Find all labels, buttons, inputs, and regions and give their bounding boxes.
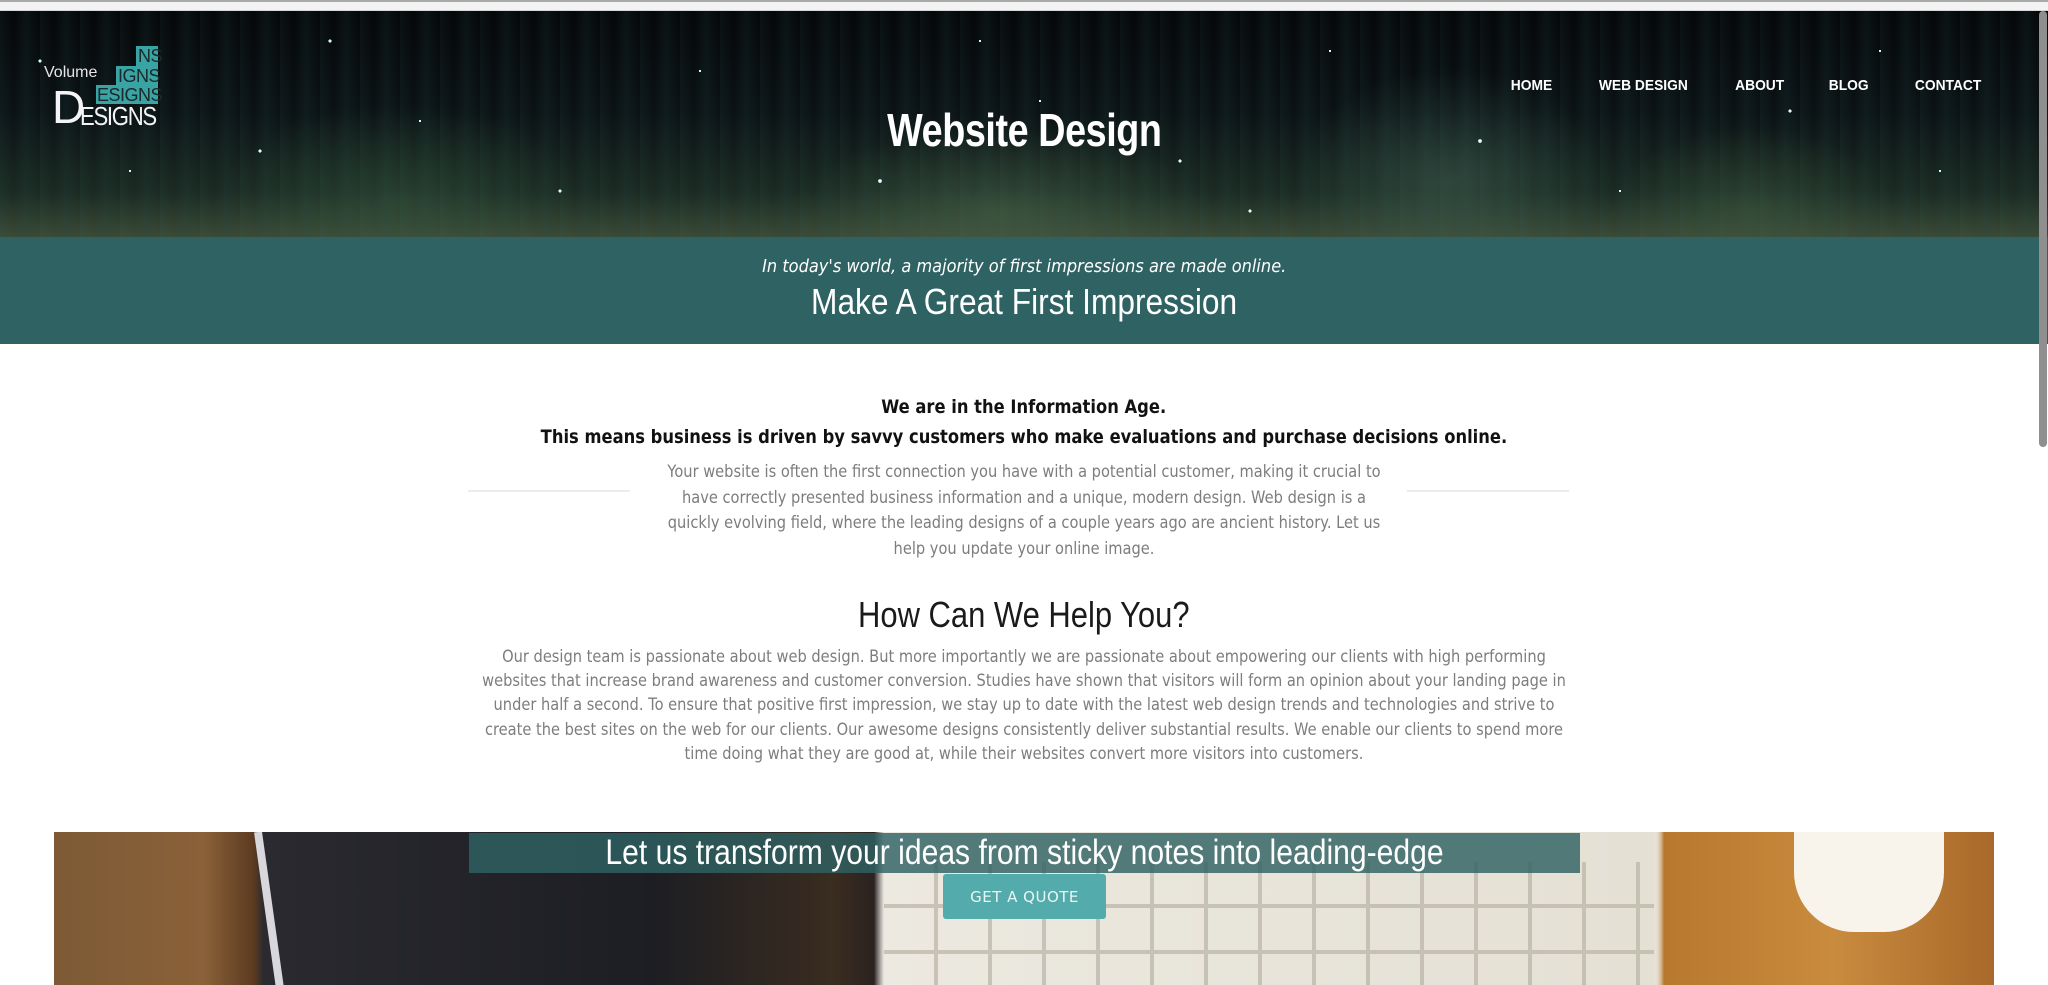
help-heading-text: How Can We Help You?: [858, 594, 1190, 635]
page-title-text: Website Design: [886, 104, 1162, 156]
help-paragraph: Our design team is passionate about web …: [0, 645, 2048, 766]
nav-contact[interactable]: CONTACT: [1915, 77, 1981, 94]
main-nav: HOME WEB DESIGN ABOUT BLOG CONTACT: [1468, 77, 1984, 94]
mouse-graphic: [1794, 832, 1944, 932]
get-a-quote-button[interactable]: GET A QUOTE: [943, 874, 1106, 919]
tablet-edge-graphic: [254, 832, 285, 985]
logo-word-volume: Volume: [44, 64, 98, 81]
intro-paragraph-text: Your website is often the first connecti…: [667, 462, 1381, 559]
lead-line-2-text: This means business is driven by savvy c…: [540, 426, 1508, 448]
logo-row-2: IGNS: [118, 66, 161, 86]
browser-top-strip: [0, 0, 2048, 11]
band-headline-text: Make A Great First Impression: [810, 281, 1238, 322]
band-intro: In today's world, a majority of first im…: [0, 256, 2048, 277]
nav-about[interactable]: ABOUT: [1735, 77, 1784, 94]
band-intro-text: In today's world, a majority of first im…: [761, 256, 1287, 277]
lead-line-2: This means business is driven by savvy c…: [0, 426, 2048, 448]
nav-web-design[interactable]: WEB DESIGN: [1599, 77, 1688, 94]
logo-row-1: NS: [138, 46, 163, 66]
banner-tagline: Let us transform your ideas from sticky …: [469, 833, 1580, 912]
lead-line-1: We are in the Information Age.: [0, 396, 2048, 418]
lead-line-1-text: We are in the Information Age.: [881, 396, 1167, 418]
impression-band: In today's world, a majority of first im…: [0, 237, 2048, 344]
page-title: Website Design: [0, 103, 2048, 157]
nav-blog[interactable]: BLOG: [1829, 77, 1869, 94]
band-headline: Make A Great First Impression: [0, 281, 2048, 323]
nav-home[interactable]: HOME: [1511, 77, 1552, 94]
scrollbar-thumb[interactable]: [2039, 11, 2047, 447]
intro-paragraph: Your website is often the first connecti…: [0, 460, 2048, 562]
help-paragraph-text: Our design team is passionate about web …: [482, 647, 1566, 764]
help-heading: How Can We Help You?: [0, 594, 2048, 636]
